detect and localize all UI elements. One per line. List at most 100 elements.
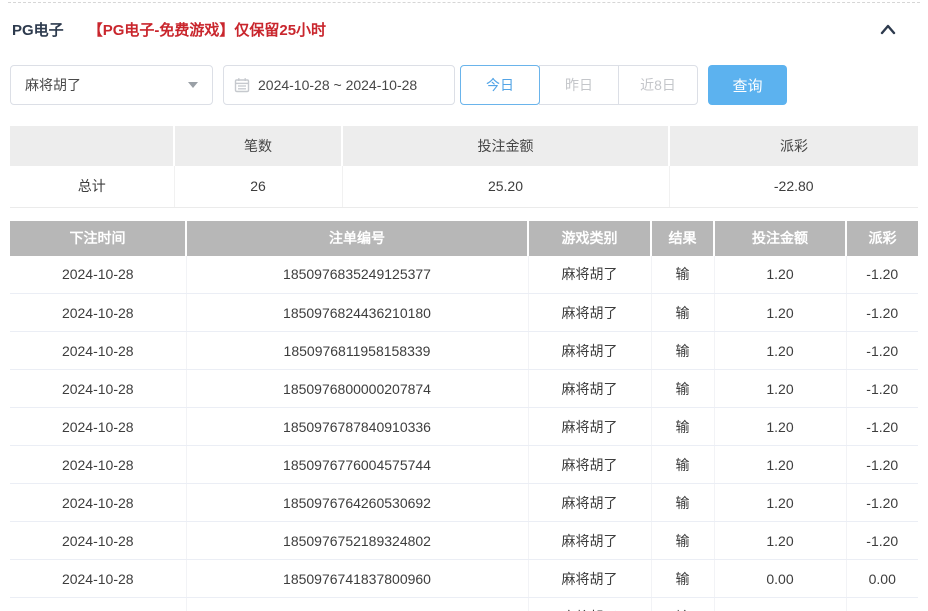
announcement-text: 【PG电子-免费游戏】仅保留25小时 bbox=[87, 21, 327, 39]
chevron-up-icon bbox=[878, 21, 898, 37]
cell-bet-id: 1850976787840910336 bbox=[186, 407, 529, 446]
cell-result: 输 bbox=[651, 255, 715, 294]
cell-bet-id: 1850976811958158339 bbox=[186, 331, 529, 370]
panel-header: PG电子 【PG电子-免费游戏】仅保留25小时 bbox=[0, 3, 928, 53]
cell-result: 输 bbox=[651, 369, 715, 408]
collapse-panel-button[interactable] bbox=[878, 21, 898, 37]
cell-bet-amount: 1.20 bbox=[714, 293, 847, 332]
caret-down-icon bbox=[188, 82, 198, 88]
cell-bet-time: 2024-10-28 bbox=[10, 255, 187, 294]
search-button[interactable]: 查询 bbox=[708, 65, 787, 105]
cell-game-type: 麻将胡了 bbox=[528, 369, 652, 408]
cell-result: 输 bbox=[651, 445, 715, 484]
table-row: 2024-10-28 1850976835249125377 麻将胡了 输 1.… bbox=[10, 255, 918, 294]
cell-game-type: 麻将胡了 bbox=[528, 483, 652, 522]
cell-bet-time bbox=[10, 597, 187, 611]
cell-bet-id: 1850976800000207874 bbox=[186, 369, 529, 408]
cell-result: 输 bbox=[651, 293, 715, 332]
cell-game-type: 麻将胡了 bbox=[528, 445, 652, 484]
cell-bet-time: 2024-10-28 bbox=[10, 331, 187, 370]
summary-total-payout: -22.80 bbox=[669, 166, 918, 208]
summary-col-count: 笔数 bbox=[174, 126, 343, 166]
cell-game-type: 麻将胡了 bbox=[528, 407, 652, 446]
summary-col-bet-amount: 投注金额 bbox=[342, 126, 670, 166]
col-header-result: 结果 bbox=[651, 220, 715, 256]
cell-bet-id: 1850976824436210180 bbox=[186, 293, 529, 332]
cell-payout: -1.20 bbox=[846, 293, 918, 332]
cell-payout: 0.00 bbox=[846, 559, 918, 598]
cell-game-type: 麻将胡了 bbox=[528, 559, 652, 598]
summary-col-blank bbox=[10, 126, 175, 166]
summary-total-row: 总计 26 25.20 -22.80 bbox=[10, 166, 918, 208]
cell-payout bbox=[846, 597, 918, 611]
cell-game-type: 麻将胡了 bbox=[528, 521, 652, 560]
calendar-icon bbox=[234, 77, 250, 93]
summary-total-bet-amount: 25.20 bbox=[342, 166, 670, 208]
cell-result: 输 bbox=[651, 521, 715, 560]
table-row: 2024-10-28 1850976811958158339 麻将胡了 输 1.… bbox=[10, 331, 918, 370]
records-header-row: 下注时间 注单编号 游戏类别 结果 投注金额 派彩 bbox=[10, 220, 918, 256]
cell-payout: -1.20 bbox=[846, 483, 918, 522]
table-row: 2024-10-28 1850976741837800960 麻将胡了 输 0.… bbox=[10, 559, 918, 598]
cell-bet-amount: 0.00 bbox=[714, 559, 847, 598]
cell-result: 输 bbox=[651, 407, 715, 446]
summary-col-payout: 派彩 bbox=[669, 126, 918, 166]
cell-bet-amount bbox=[714, 597, 847, 611]
cell-bet-id: 1850976752189324802 bbox=[186, 521, 529, 560]
cell-bet-amount: 1.20 bbox=[714, 407, 847, 446]
table-row: 2024-10-28 1850976824436210180 麻将胡了 输 1.… bbox=[10, 293, 918, 332]
records-table: 下注时间 注单编号 游戏类别 结果 投注金额 派彩 2024-10-28 185… bbox=[10, 220, 918, 611]
cell-bet-amount: 1.20 bbox=[714, 255, 847, 294]
col-header-payout: 派彩 bbox=[846, 220, 918, 256]
cell-bet-time: 2024-10-28 bbox=[10, 483, 187, 522]
col-header-game-type: 游戏类别 bbox=[528, 220, 652, 256]
cell-bet-time: 2024-10-28 bbox=[10, 293, 187, 332]
yesterday-button[interactable]: 昨日 bbox=[539, 65, 619, 105]
cell-bet-amount: 1.20 bbox=[714, 521, 847, 560]
cell-bet-amount: 1.20 bbox=[714, 483, 847, 522]
filter-bar: 麻将胡了 2024-10-28 ~ 2024-10-28 今日 昨日 近8日 查… bbox=[10, 65, 918, 105]
table-row: 2024-10-28 1850976800000207874 麻将胡了 输 1.… bbox=[10, 369, 918, 408]
cell-game-type: 麻将胡了 bbox=[528, 255, 652, 294]
last-8-days-button[interactable]: 近8日 bbox=[618, 65, 698, 105]
date-range-value: 2024-10-28 ~ 2024-10-28 bbox=[258, 77, 418, 93]
cell-bet-id: 1850976835249125377 bbox=[186, 255, 529, 294]
cell-payout: -1.20 bbox=[846, 255, 918, 294]
col-header-bet-amount: 投注金额 bbox=[714, 220, 847, 256]
quick-range-group: 今日 昨日 近8日 bbox=[460, 65, 698, 105]
cell-result: 输 bbox=[651, 597, 715, 611]
game-select[interactable]: 麻将胡了 bbox=[10, 65, 213, 105]
cell-game-type: 麻将胡了 bbox=[528, 293, 652, 332]
cell-game-type: 麻将胡了 bbox=[528, 331, 652, 370]
cell-bet-time: 2024-10-28 bbox=[10, 559, 187, 598]
cell-bet-id: 1850976776004575744 bbox=[186, 445, 529, 484]
cell-bet-amount: 1.20 bbox=[714, 331, 847, 370]
cell-game-type: 麻将胡了 bbox=[528, 597, 652, 611]
table-row: 2024-10-28 1850976764260530692 麻将胡了 输 1.… bbox=[10, 483, 918, 522]
cell-payout: -1.20 bbox=[846, 407, 918, 446]
date-range-input[interactable]: 2024-10-28 ~ 2024-10-28 bbox=[223, 65, 455, 105]
game-select-value: 麻将胡了 bbox=[25, 77, 81, 93]
cell-bet-time: 2024-10-28 bbox=[10, 445, 187, 484]
cell-payout: -1.20 bbox=[846, 445, 918, 484]
cell-result: 输 bbox=[651, 483, 715, 522]
summary-table: 笔数 投注金额 派彩 总计 26 25.20 -22.80 bbox=[10, 126, 918, 208]
cell-bet-id: 1850976741837800960 bbox=[186, 559, 529, 598]
cell-result: 输 bbox=[651, 559, 715, 598]
summary-total-label: 总计 bbox=[10, 166, 175, 208]
table-row: 麻将胡了 输 bbox=[10, 597, 918, 611]
col-header-bet-time: 下注时间 bbox=[10, 220, 187, 256]
cell-bet-amount: 1.20 bbox=[714, 369, 847, 408]
cell-bet-id bbox=[186, 597, 529, 611]
summary-header-row: 笔数 投注金额 派彩 bbox=[10, 126, 918, 166]
today-button[interactable]: 今日 bbox=[460, 65, 540, 105]
cell-bet-time: 2024-10-28 bbox=[10, 521, 187, 560]
cell-payout: -1.20 bbox=[846, 369, 918, 408]
table-row: 2024-10-28 1850976787840910336 麻将胡了 输 1.… bbox=[10, 407, 918, 446]
cell-bet-time: 2024-10-28 bbox=[10, 369, 187, 408]
cell-bet-amount: 1.20 bbox=[714, 445, 847, 484]
col-header-bet-id: 注单编号 bbox=[186, 220, 529, 256]
table-row: 2024-10-28 1850976776004575744 麻将胡了 输 1.… bbox=[10, 445, 918, 484]
cell-bet-time: 2024-10-28 bbox=[10, 407, 187, 446]
cell-payout: -1.20 bbox=[846, 521, 918, 560]
